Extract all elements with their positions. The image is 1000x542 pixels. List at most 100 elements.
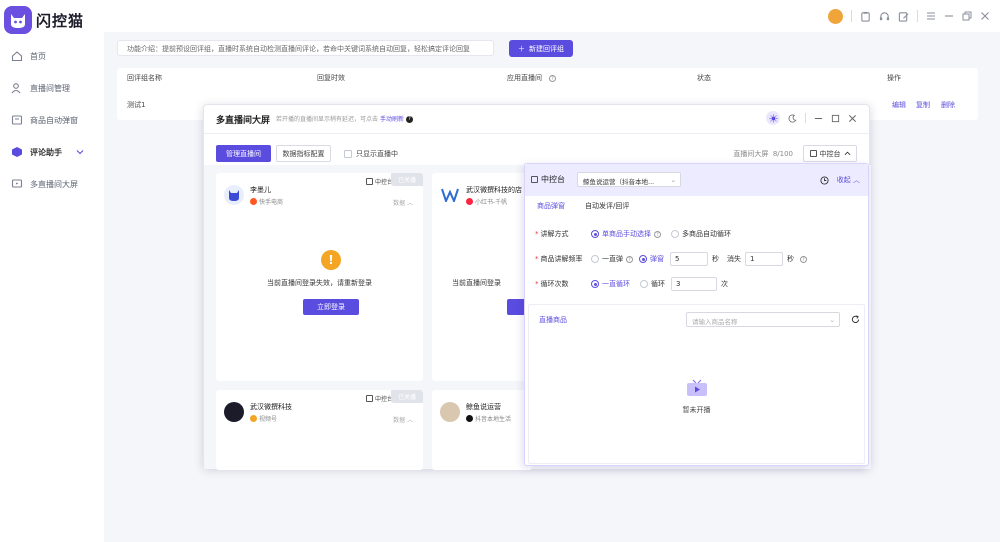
sidebar-item-product-popup[interactable]: 商品自动弹窗 — [0, 104, 104, 136]
maximize-icon[interactable] — [831, 114, 840, 123]
mode-label-text: 讲解方式 — [540, 230, 569, 238]
platform-label: 视频号 — [250, 414, 277, 423]
edit-link[interactable]: 编辑 — [892, 100, 906, 110]
panel-tools: 收起 ︿ — [820, 175, 860, 185]
radio-icon — [591, 280, 599, 288]
subtitle-text: 若开播的直播间显示稍有延迟，可点击 — [276, 116, 379, 123]
sidebar: 首页 直播间管理 商品自动弹窗 评论助手 多直播间大屏 — [0, 40, 104, 542]
help-icon[interactable]: ? — [654, 230, 661, 238]
clipboard-icon[interactable] — [860, 11, 871, 22]
app-logo: 闪控猫 — [4, 5, 102, 35]
tab-product-popup[interactable]: 商品弹窗 — [537, 201, 565, 211]
manage-rooms-button[interactable]: 管理直播间 — [216, 145, 271, 162]
collapse-label: 收起 — [836, 176, 851, 184]
popup-seconds-input[interactable]: 5 — [670, 252, 708, 266]
data-toggle[interactable]: 数据 ︿ — [393, 415, 413, 424]
new-group-button[interactable]: ＋ 新建回评组 — [509, 40, 573, 57]
popup-radio[interactable]: 弹窗 — [639, 254, 664, 264]
platform-text: 小红书-千帆 — [475, 199, 508, 206]
control-panel-toggle[interactable]: 中控台 — [803, 145, 857, 162]
room-card: 鲸鱼说运营 抖音本地生活 — [432, 390, 532, 470]
window-subtitle: 若开播的直播间显示稍有延迟，可点击 手动刷新? — [276, 114, 413, 123]
control-label: 中控台 — [819, 149, 841, 158]
popup-label: 弹窗 — [650, 255, 664, 263]
control-toggle[interactable]: 中控台 — [365, 177, 393, 186]
divider — [917, 10, 918, 22]
loop-forever-label: 一直循环 — [602, 280, 630, 288]
control-icon — [365, 178, 373, 185]
manual-refresh-link[interactable]: 手动刷新 — [380, 116, 404, 123]
avatar — [440, 185, 460, 205]
sidebar-item-label: 评论助手 — [30, 147, 62, 157]
help-icon[interactable]: ? — [546, 73, 556, 82]
loop-row: * 循环次数 一直循环 循环 3 次 — [535, 277, 728, 291]
delete-link[interactable]: 删除 — [941, 100, 955, 110]
room-select-value: 鲸鱼说运营（抖音本地... — [583, 178, 655, 186]
help-icon[interactable]: ? — [800, 255, 807, 263]
sun-icon[interactable] — [766, 111, 780, 125]
sidebar-item-live-rooms[interactable]: 直播间管理 — [0, 72, 104, 104]
loop-count-input[interactable]: 3 — [671, 277, 717, 291]
data-label: 数据 — [393, 417, 406, 424]
avatar[interactable] — [828, 8, 843, 24]
clock-icon[interactable] — [820, 175, 829, 185]
data-label: 数据 — [393, 200, 406, 207]
tab-auto-comment[interactable]: 自动发评/回评 — [585, 201, 629, 211]
close-icon[interactable] — [848, 114, 857, 123]
collapse-button[interactable]: 收起 ︿ — [837, 175, 860, 185]
help-icon[interactable]: ? — [405, 116, 413, 123]
help-icon[interactable]: ? — [626, 255, 633, 263]
mode-single-label: 单商品手动选择 — [602, 230, 651, 238]
loop-label-text: 循环次数 — [540, 280, 569, 288]
sidebar-item-label: 商品自动弹窗 — [30, 115, 78, 125]
always-popup-label: 一直弹 — [602, 255, 623, 263]
mode-single-radio[interactable]: 单商品手动选择? — [591, 229, 661, 239]
sidebar-item-label: 直播间管理 — [30, 83, 70, 93]
mode-label: * 讲解方式 — [535, 230, 569, 238]
divider — [805, 113, 806, 123]
only-live-checkbox[interactable]: 只显示直播中 — [344, 149, 398, 159]
control-toggle[interactable]: 中控台 — [365, 394, 393, 403]
refresh-icon[interactable] — [851, 315, 860, 324]
minimize-icon[interactable] — [814, 114, 823, 123]
always-popup-radio[interactable]: 一直弹? — [591, 254, 633, 264]
avatar — [224, 185, 244, 205]
edit-icon[interactable] — [898, 11, 909, 22]
close-icon[interactable] — [980, 11, 990, 21]
loop-count-label: 循环 — [651, 280, 665, 288]
goods-search-select[interactable]: 请输入商品名称 ⌄ — [686, 312, 840, 327]
moon-icon[interactable] — [788, 114, 797, 123]
control-panel-title: 中控台 — [531, 174, 565, 185]
metric-config-button[interactable]: 数据指标配置 — [276, 145, 331, 162]
headset-icon[interactable] — [879, 11, 890, 22]
room-card: 武汉微撰科技 视频号 中控台 已关播 数据 ︿ — [216, 390, 423, 470]
frequency-row: * 商品讲解频率 一直弹? 弹窗 5 秒 消失 1 秒 ? — [535, 252, 807, 266]
channels-icon — [250, 415, 257, 422]
frequency-label: * 商品讲解频率 — [535, 255, 583, 263]
room-select[interactable]: 鲸鱼说运营（抖音本地... ⌄ — [577, 172, 681, 187]
login-button[interactable]: 立即登录 — [303, 299, 359, 315]
avatar — [440, 402, 460, 422]
loop-count-radio[interactable]: 循环 — [640, 279, 665, 289]
control-panel: 中控台 鲸鱼说运营（抖音本地... ⌄ 收起 ︿ 商品弹窗 自动发评/回评 * 讲… — [524, 163, 869, 466]
sidebar-item-comment-assistant[interactable]: 评论助手 — [0, 136, 104, 168]
mode-multi-radio[interactable]: 多商品自动循环 — [671, 229, 731, 239]
checkbox-icon[interactable] — [344, 150, 352, 158]
menu-icon[interactable] — [926, 11, 936, 21]
room-card: 李墨儿 快手电商 中控台 已关播 数据 ︿ ! 当前直播间登录失效，请重新登录 … — [216, 173, 423, 381]
vanish-seconds-input[interactable]: 1 — [745, 252, 783, 266]
data-toggle[interactable]: 数据 ︿ — [393, 198, 413, 207]
radio-icon — [640, 280, 648, 288]
goods-label: 直播商品 — [539, 316, 567, 324]
column-header: 回评组名称 — [127, 74, 162, 82]
room-count: 直播间大屏 8/100 — [733, 149, 793, 159]
minimize-icon[interactable] — [944, 11, 954, 21]
restore-icon[interactable] — [962, 11, 972, 21]
copy-link[interactable]: 复制 — [916, 100, 930, 110]
sidebar-item-home[interactable]: 首页 — [0, 40, 104, 72]
kuaishou-icon — [250, 198, 257, 205]
control-icon — [809, 150, 817, 157]
loop-forever-radio[interactable]: 一直循环 — [591, 279, 630, 289]
sidebar-item-multi-screen[interactable]: 多直播间大屏 — [0, 168, 104, 200]
cat-logo-icon — [4, 6, 32, 34]
